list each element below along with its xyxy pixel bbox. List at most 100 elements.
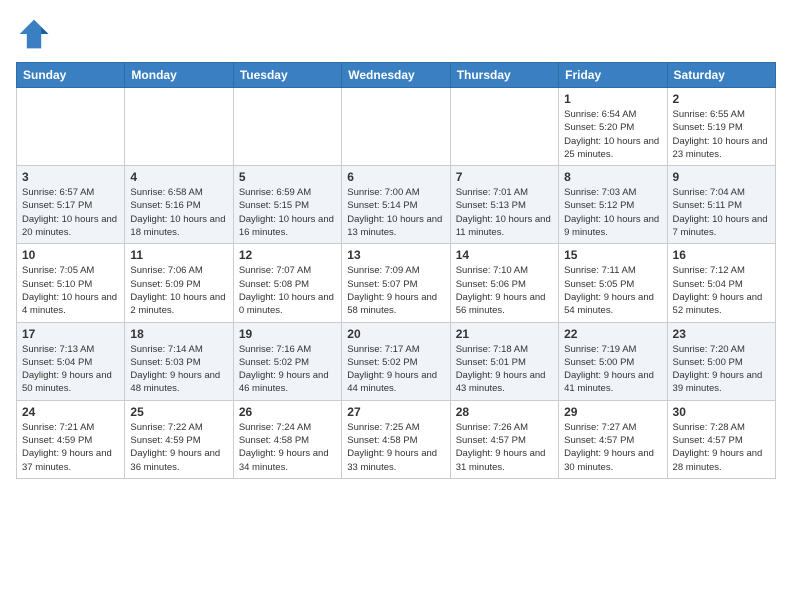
calendar-cell: [17, 88, 125, 166]
calendar-cell: 9Sunrise: 7:04 AM Sunset: 5:11 PM Daylig…: [667, 166, 775, 244]
calendar-cell: 5 Sunrise: 6:59 AM Sunset: 5:15 PM Daylig…: [233, 166, 341, 244]
day-info: Sunrise: 7:05 AM Sunset: 5:10 PM Dayligh…: [22, 264, 119, 317]
calendar-cell: 15 Sunrise: 7:11 AM Sunset: 5:05 PM Dayli…: [559, 244, 667, 322]
day-number: 17: [22, 327, 119, 341]
day-info: Sunrise: 7:09 AM Sunset: 5:07 PM Dayligh…: [347, 264, 444, 317]
calendar-cell: 26Sunrise: 7:24 AM Sunset: 4:58 PM Dayli…: [233, 400, 341, 478]
calendar-day-header: Tuesday: [233, 63, 341, 88]
day-info: Sunrise: 7:24 AM Sunset: 4:58 PM Dayligh…: [239, 421, 336, 474]
day-info: Sunrise: 7:26 AM Sunset: 4:57 PM Dayligh…: [456, 421, 553, 474]
calendar-cell: 1 Sunrise: 6:54 AM Sunset: 5:20 PM Daylig…: [559, 88, 667, 166]
day-info: Sunrise: 7:20 AM Sunset: 5:00 PM Dayligh…: [673, 343, 770, 396]
day-number: 8: [564, 170, 661, 184]
day-number: 5: [239, 170, 336, 184]
day-number: 14: [456, 248, 553, 262]
calendar-day-header: Monday: [125, 63, 233, 88]
calendar-week-row: 3 Sunrise: 6:57 AM Sunset: 5:17 PM Daylig…: [17, 166, 776, 244]
calendar-header-row: SundayMondayTuesdayWednesdayThursdayFrid…: [17, 63, 776, 88]
calendar-week-row: 17 Sunrise: 7:13 AM Sunset: 5:04 PM Dayli…: [17, 322, 776, 400]
calendar-cell: 29 Sunrise: 7:27 AM Sunset: 4:57 PM Dayli…: [559, 400, 667, 478]
day-info: Sunrise: 7:28 AM Sunset: 4:57 PM Dayligh…: [673, 421, 770, 474]
day-number: 20: [347, 327, 444, 341]
calendar-week-row: 24Sunrise: 7:21 AM Sunset: 4:59 PM Dayli…: [17, 400, 776, 478]
day-number: 2: [673, 92, 770, 106]
day-info: Sunrise: 6:57 AM Sunset: 5:17 PM Dayligh…: [22, 186, 119, 239]
day-info: Sunrise: 7:04 AM Sunset: 5:11 PM Dayligh…: [673, 186, 770, 239]
calendar-cell: 4 Sunrise: 6:58 AM Sunset: 5:16 PM Daylig…: [125, 166, 233, 244]
day-number: 19: [239, 327, 336, 341]
day-number: 18: [130, 327, 227, 341]
calendar-cell: 11 Sunrise: 7:06 AM Sunset: 5:09 PM Dayli…: [125, 244, 233, 322]
calendar-cell: 21Sunrise: 7:18 AM Sunset: 5:01 PM Dayli…: [450, 322, 558, 400]
calendar-cell: 8Sunrise: 7:03 AM Sunset: 5:12 PM Daylig…: [559, 166, 667, 244]
calendar-week-row: 10 Sunrise: 7:05 AM Sunset: 5:10 PM Dayli…: [17, 244, 776, 322]
calendar-cell: 17 Sunrise: 7:13 AM Sunset: 5:04 PM Dayli…: [17, 322, 125, 400]
calendar-cell: 23 Sunrise: 7:20 AM Sunset: 5:00 PM Dayli…: [667, 322, 775, 400]
day-info: Sunrise: 7:25 AM Sunset: 4:58 PM Dayligh…: [347, 421, 444, 474]
day-info: Sunrise: 6:55 AM Sunset: 5:19 PM Dayligh…: [673, 108, 770, 161]
day-info: Sunrise: 7:17 AM Sunset: 5:02 PM Dayligh…: [347, 343, 444, 396]
calendar-cell: 12 Sunrise: 7:07 AM Sunset: 5:08 PM Dayli…: [233, 244, 341, 322]
day-number: 3: [22, 170, 119, 184]
day-info: Sunrise: 7:13 AM Sunset: 5:04 PM Dayligh…: [22, 343, 119, 396]
calendar-cell: 2 Sunrise: 6:55 AM Sunset: 5:19 PM Daylig…: [667, 88, 775, 166]
day-number: 27: [347, 405, 444, 419]
day-info: Sunrise: 7:06 AM Sunset: 5:09 PM Dayligh…: [130, 264, 227, 317]
day-number: 4: [130, 170, 227, 184]
calendar-day-header: Friday: [559, 63, 667, 88]
day-info: Sunrise: 7:00 AM Sunset: 5:14 PM Dayligh…: [347, 186, 444, 239]
calendar-cell: 13 Sunrise: 7:09 AM Sunset: 5:07 PM Dayli…: [342, 244, 450, 322]
logo: [16, 16, 56, 52]
calendar-cell: 28 Sunrise: 7:26 AM Sunset: 4:57 PM Dayli…: [450, 400, 558, 478]
calendar-cell: 25 Sunrise: 7:22 AM Sunset: 4:59 PM Dayli…: [125, 400, 233, 478]
calendar-cell: 22 Sunrise: 7:19 AM Sunset: 5:00 PM Dayli…: [559, 322, 667, 400]
calendar-week-row: 1 Sunrise: 6:54 AM Sunset: 5:20 PM Daylig…: [17, 88, 776, 166]
day-info: Sunrise: 6:54 AM Sunset: 5:20 PM Dayligh…: [564, 108, 661, 161]
calendar-cell: 16 Sunrise: 7:12 AM Sunset: 5:04 PM Dayli…: [667, 244, 775, 322]
calendar-cell: 30 Sunrise: 7:28 AM Sunset: 4:57 PM Dayli…: [667, 400, 775, 478]
calendar-cell: 24Sunrise: 7:21 AM Sunset: 4:59 PM Dayli…: [17, 400, 125, 478]
day-info: Sunrise: 6:59 AM Sunset: 5:15 PM Dayligh…: [239, 186, 336, 239]
calendar-cell: 10 Sunrise: 7:05 AM Sunset: 5:10 PM Dayli…: [17, 244, 125, 322]
day-info: Sunrise: 7:01 AM Sunset: 5:13 PM Dayligh…: [456, 186, 553, 239]
calendar-cell: 3 Sunrise: 6:57 AM Sunset: 5:17 PM Daylig…: [17, 166, 125, 244]
day-info: Sunrise: 7:27 AM Sunset: 4:57 PM Dayligh…: [564, 421, 661, 474]
logo-icon: [16, 16, 52, 52]
day-info: Sunrise: 7:12 AM Sunset: 5:04 PM Dayligh…: [673, 264, 770, 317]
day-info: Sunrise: 7:22 AM Sunset: 4:59 PM Dayligh…: [130, 421, 227, 474]
day-number: 16: [673, 248, 770, 262]
calendar-day-header: Thursday: [450, 63, 558, 88]
day-number: 25: [130, 405, 227, 419]
day-info: Sunrise: 7:07 AM Sunset: 5:08 PM Dayligh…: [239, 264, 336, 317]
day-number: 29: [564, 405, 661, 419]
calendar-cell: 7 Sunrise: 7:01 AM Sunset: 5:13 PM Daylig…: [450, 166, 558, 244]
calendar-day-header: Saturday: [667, 63, 775, 88]
day-number: 6: [347, 170, 444, 184]
day-number: 28: [456, 405, 553, 419]
day-number: 21: [456, 327, 553, 341]
day-info: Sunrise: 7:19 AM Sunset: 5:00 PM Dayligh…: [564, 343, 661, 396]
calendar-cell: [233, 88, 341, 166]
calendar-cell: 27 Sunrise: 7:25 AM Sunset: 4:58 PM Dayli…: [342, 400, 450, 478]
calendar-cell: [125, 88, 233, 166]
calendar-cell: 14Sunrise: 7:10 AM Sunset: 5:06 PM Dayli…: [450, 244, 558, 322]
day-number: 1: [564, 92, 661, 106]
day-info: Sunrise: 7:21 AM Sunset: 4:59 PM Dayligh…: [22, 421, 119, 474]
day-info: Sunrise: 7:11 AM Sunset: 5:05 PM Dayligh…: [564, 264, 661, 317]
calendar-cell: 19 Sunrise: 7:16 AM Sunset: 5:02 PM Dayli…: [233, 322, 341, 400]
day-number: 23: [673, 327, 770, 341]
calendar-cell: 18Sunrise: 7:14 AM Sunset: 5:03 PM Dayli…: [125, 322, 233, 400]
day-number: 13: [347, 248, 444, 262]
day-number: 30: [673, 405, 770, 419]
header: [16, 16, 776, 52]
calendar-cell: [342, 88, 450, 166]
day-number: 15: [564, 248, 661, 262]
day-number: 11: [130, 248, 227, 262]
day-number: 7: [456, 170, 553, 184]
day-number: 12: [239, 248, 336, 262]
calendar-day-header: Sunday: [17, 63, 125, 88]
day-info: Sunrise: 7:16 AM Sunset: 5:02 PM Dayligh…: [239, 343, 336, 396]
day-number: 10: [22, 248, 119, 262]
day-info: Sunrise: 6:58 AM Sunset: 5:16 PM Dayligh…: [130, 186, 227, 239]
day-number: 22: [564, 327, 661, 341]
